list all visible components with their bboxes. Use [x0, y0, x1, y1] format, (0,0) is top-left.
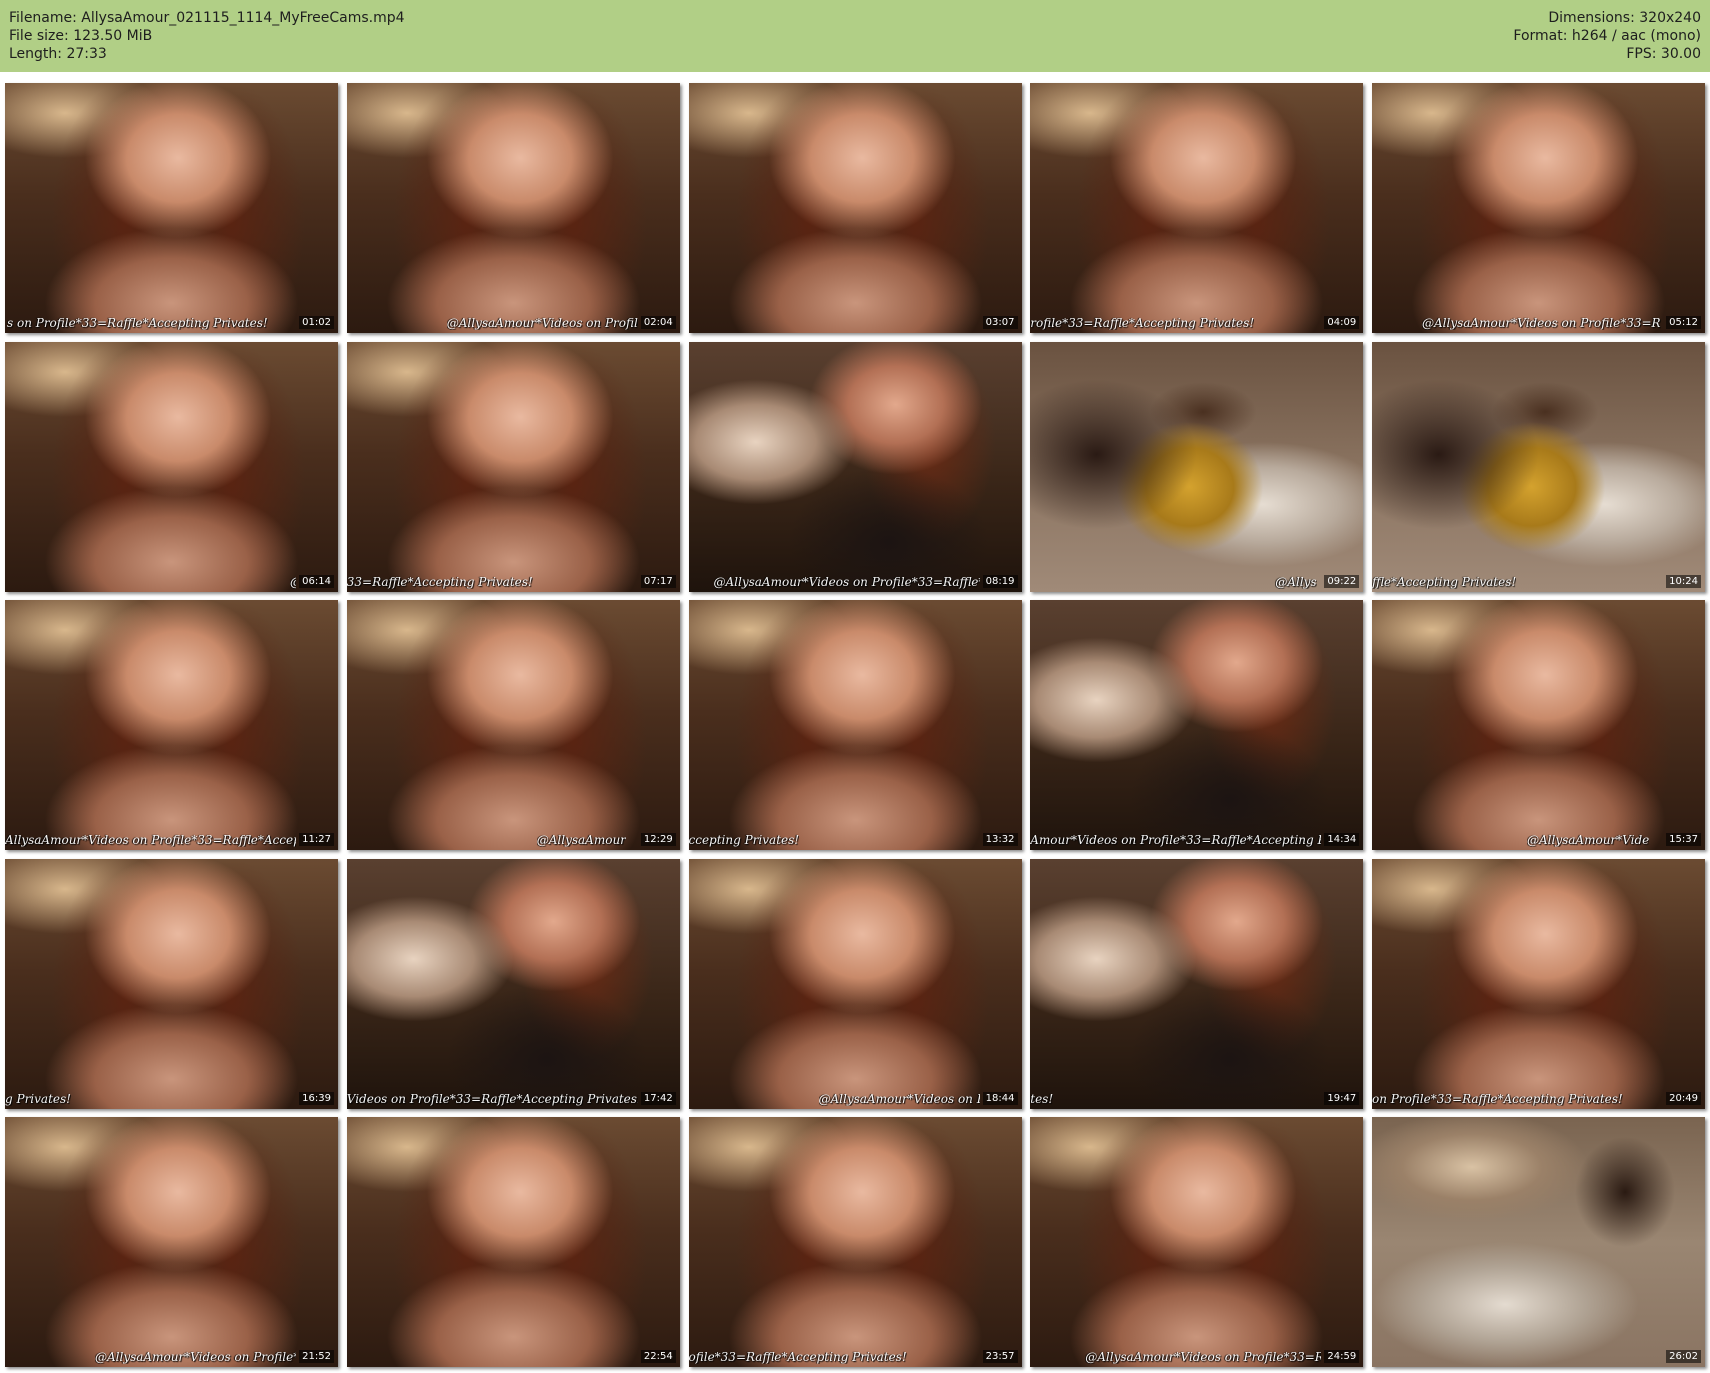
video-thumbnail: @AllysaAmour*Vide 15:37 — [1372, 600, 1705, 850]
thumbnail-timestamp: 01:02 — [299, 316, 334, 329]
thumbnail-timestamp: 08:19 — [982, 574, 1018, 588]
overlay-text: @AllysaAmour*Videos on Profile*33=R — [1422, 316, 1661, 330]
overlay-text: tes! — [1030, 1091, 1054, 1106]
thumbnail-timestamp: 24:59 — [1324, 1350, 1360, 1363]
file-info-left: Filename: AllysaAmour_021115_1114_MyFree… — [9, 9, 405, 63]
overlay-text: @AllysaAmour*Videos on Profile — [446, 316, 638, 330]
video-thumbnail: @06:14 — [5, 341, 338, 592]
video-thumbnail: g Privates! 16:39 — [5, 858, 338, 1109]
thumbnail-timestamp: 10:24 — [1666, 574, 1701, 588]
overlay-text: 33=Raffle*Accepting Privates! — [346, 574, 533, 589]
video-thumbnail: s on Profile*33=Raffle*Accepting Private… — [5, 83, 338, 333]
thumbnail-timestamp: 02:04 — [640, 316, 676, 329]
overlay-text: g Privates! — [5, 1091, 71, 1106]
video-thumbnail: @AllysaAmour*Videos on Profile*33=R 05:12 — [1372, 83, 1705, 333]
video-thumbnail: @AllysaAmour*Videos on Profile 02:04 — [346, 83, 680, 333]
video-thumbnail: ofile*33=Raffle*Accepting Privates! 23:57 — [688, 1117, 1022, 1367]
video-thumbnail: rofile*33=Raffle*Accepting Privates! 04:0… — [1030, 83, 1364, 333]
overlay-text: @AllysaAmour — [536, 833, 626, 847]
overlay-text: @AllysaAmour*Videos on Pr — [818, 1091, 980, 1106]
filename-text: Filename: AllysaAmour_021115_1114_MyFree… — [9, 10, 405, 26]
format-text: Format: h264 / aac (mono) — [1513, 28, 1701, 44]
thumbnail-timestamp: 22:54 — [640, 1350, 676, 1363]
overlay-text: @AllysaAmour*Videos on Profile* — [95, 1350, 296, 1364]
thumbnail-timestamp: 18:44 — [982, 1091, 1018, 1105]
video-thumbnail: 22:54 — [346, 1117, 680, 1367]
thumbnail-timestamp: 06:14 — [299, 574, 334, 588]
thumbnail-timestamp: 03:07 — [982, 316, 1018, 329]
overlay-text: s on Profile*33=Raffle*Accepting Private… — [7, 316, 268, 330]
thumbnail-timestamp: 13:32 — [982, 833, 1018, 846]
thumbnail-timestamp: 14:34 — [1324, 833, 1360, 846]
filesize-text: File size: 123.50 MiB — [9, 28, 153, 44]
thumbnail-timestamp: 15:37 — [1666, 833, 1701, 846]
video-thumbnail: @Allys 09:22 — [1030, 341, 1364, 592]
overlay-text: Amour*Videos on Profile*33=Raffle*Accept… — [1030, 833, 1322, 847]
video-thumbnail: Amour*Videos on Profile*33=Raffle*Accept… — [1030, 600, 1364, 850]
overlay-text: @AllysaAmour*Videos on Profile*33=Ro — [1085, 1350, 1322, 1364]
overlay-text: ffle*Accepting Privates! — [1372, 574, 1517, 589]
video-thumbnail: ccepting Privates! 13:32 — [688, 600, 1022, 850]
overlay-text: @Allys — [1275, 574, 1317, 589]
overlay-text: ccepting Privates! — [688, 833, 800, 847]
video-thumbnail: AllysaAmour*Videos on Profile*33=Raffle*… — [5, 600, 338, 850]
thumbnail-timestamp: 26:02 — [1666, 1350, 1701, 1363]
video-thumbnail: 03:07 — [688, 83, 1022, 333]
overlay-text: @AllysaAmour*Vide — [1527, 833, 1650, 847]
overlay-text: @AllysaAmour*Videos on Profile*33=Raffle… — [713, 574, 980, 589]
video-thumbnail: @AllysaAmour*Videos on Pr 18:44 — [688, 858, 1022, 1109]
thumbnail-timestamp: 07:17 — [640, 574, 676, 588]
dimensions-text: Dimensions: 320x240 — [1548, 10, 1701, 26]
thumbnail-timestamp: 17:42 — [640, 1091, 676, 1105]
thumbnail-timestamp: 12:29 — [640, 833, 676, 846]
video-thumbnail: ffle*Accepting Privates! 10:24 — [1372, 341, 1705, 592]
overlay-text: AllysaAmour*Videos on Profile*33=Raffle*… — [5, 833, 296, 847]
thumbnail-grid: s on Profile*33=Raffle*Accepting Private… — [5, 83, 1705, 1367]
thumbnail-timestamp: 11:27 — [299, 833, 334, 846]
length-text: Length: 27:33 — [9, 46, 107, 62]
file-info-right: Dimensions: 320x240 Format: h264 / aac (… — [1513, 9, 1701, 63]
overlay-text: rofile*33=Raffle*Accepting Privates! — [1030, 316, 1255, 330]
thumbnail-timestamp: 20:49 — [1666, 1091, 1701, 1105]
video-thumbnail: on Profile*33=Raffle*Accepting Privates!… — [1372, 858, 1705, 1109]
thumbnail-timestamp: 19:47 — [1324, 1091, 1360, 1105]
video-thumbnail: @AllysaAmour*Videos on Profile* 21:52 — [5, 1117, 338, 1367]
overlay-text: @ — [290, 575, 296, 589]
overlay-text: on Profile*33=Raffle*Accepting Privates! — [1372, 1091, 1623, 1106]
overlay-text: ofile*33=Raffle*Accepting Privates! — [688, 1350, 907, 1364]
overlay-text: Videos on Profile*33=Raffle*Accepting Pr… — [346, 1091, 638, 1106]
thumbnail-timestamp: 23:57 — [982, 1350, 1018, 1363]
video-thumbnail: tes! 19:47 — [1030, 858, 1364, 1109]
thumbnail-timestamp: 04:09 — [1324, 316, 1360, 329]
video-thumbnail: @AllysaAmour*Videos on Profile*33=Ro 24:5… — [1030, 1117, 1364, 1367]
thumbnail-timestamp: 05:12 — [1666, 316, 1701, 329]
thumbnail-timestamp: 16:39 — [299, 1091, 334, 1105]
video-thumbnail: 33=Raffle*Accepting Privates! 07:17 — [346, 341, 680, 592]
video-thumbnail: @AllysaAmour 12:29 — [346, 600, 680, 850]
thumbnail-timestamp: 21:52 — [299, 1350, 334, 1363]
video-thumbnail: Videos on Profile*33=Raffle*Accepting Pr… — [346, 858, 680, 1109]
fps-text: FPS: 30.00 — [1626, 46, 1701, 62]
video-thumbnail: @AllysaAmour*Videos on Profile*33=Raffle… — [688, 341, 1022, 592]
info-header: Filename: AllysaAmour_021115_1114_MyFree… — [0, 0, 1710, 72]
video-thumbnail: 26:02 — [1372, 1117, 1705, 1367]
thumbnail-timestamp: 09:22 — [1324, 574, 1360, 588]
